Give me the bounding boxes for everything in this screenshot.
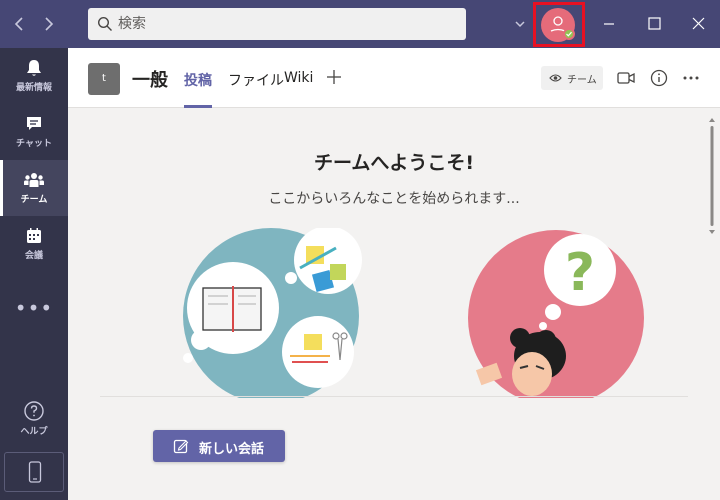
add-tab-button[interactable] — [326, 66, 342, 91]
title-bar — [0, 0, 720, 48]
maximize-button[interactable] — [631, 0, 677, 48]
status-available-badge — [563, 28, 575, 40]
help-icon — [24, 401, 44, 421]
plus-icon — [327, 70, 341, 84]
rail-item-meetings[interactable]: 会議 — [0, 216, 68, 272]
rail-item-activity[interactable]: 最新情報 — [0, 48, 68, 104]
chevron-down-icon[interactable] — [512, 14, 528, 34]
rail-item-teams[interactable]: チーム — [0, 160, 68, 216]
team-visibility-pill[interactable]: チーム — [541, 66, 603, 90]
new-conversation-button[interactable]: 新しい会話 — [153, 430, 285, 462]
more-apps-button[interactable]: ••• — [0, 296, 68, 320]
teams-icon — [24, 173, 44, 187]
search-input[interactable] — [118, 8, 458, 40]
team-avatar: t — [88, 63, 120, 95]
close-icon — [692, 17, 705, 30]
rail-label: チャット — [16, 139, 52, 149]
rail-label: 最新情報 — [15, 83, 52, 93]
forward-arrow-icon[interactable] — [36, 12, 60, 36]
rail-label: チーム — [20, 195, 48, 205]
tab-wiki[interactable]: Wiki — [284, 70, 313, 108]
minimize-icon — [604, 23, 614, 25]
meet-now-icon[interactable] — [616, 68, 636, 88]
calendar-icon — [27, 228, 41, 243]
tab-posts[interactable]: 投稿 — [184, 70, 212, 108]
welcome-title: チームへようこそ! — [313, 152, 475, 174]
chat-icon — [27, 117, 41, 130]
phone-icon — [28, 461, 42, 483]
channel-name: 一般 — [132, 70, 168, 91]
welcome-subtitle: ここからいろんなことを始められます... — [268, 191, 520, 207]
compose-icon — [173, 439, 189, 454]
team-pill-label: チーム — [567, 75, 597, 86]
rail-label: 会議 — [24, 251, 43, 261]
welcome-illustration: ? — [183, 228, 644, 398]
svg-text:?: ? — [565, 243, 595, 303]
eye-icon — [549, 74, 562, 82]
search-box[interactable] — [88, 8, 466, 40]
rail-item-chat[interactable]: チャット — [0, 104, 68, 160]
maximize-icon — [648, 17, 661, 30]
help-button[interactable]: ヘルプ — [0, 398, 68, 446]
close-button[interactable] — [675, 0, 720, 48]
new-conversation-label: 新しい会話 — [199, 442, 265, 457]
minimize-button[interactable] — [586, 0, 632, 48]
conversation-area: チームへようこそ! ここからいろんなことを始められます... ? 新しい会話 — [68, 108, 720, 500]
app-rail: 最新情報 チャット チーム 会議 ••• ヘルプ — [0, 48, 68, 500]
divider — [100, 396, 688, 397]
device-button[interactable] — [4, 452, 64, 492]
help-label: ヘルプ — [20, 427, 48, 437]
channel-header: t 一般 投稿 ファイル Wiki チーム — [68, 48, 720, 108]
bell-icon — [27, 60, 41, 76]
tab-files[interactable]: ファイル — [228, 70, 284, 108]
more-options-icon[interactable] — [681, 68, 701, 88]
back-arrow-icon[interactable] — [8, 12, 32, 36]
scrollbar[interactable] — [709, 116, 715, 236]
info-icon[interactable] — [649, 68, 669, 88]
search-icon — [97, 16, 112, 31]
